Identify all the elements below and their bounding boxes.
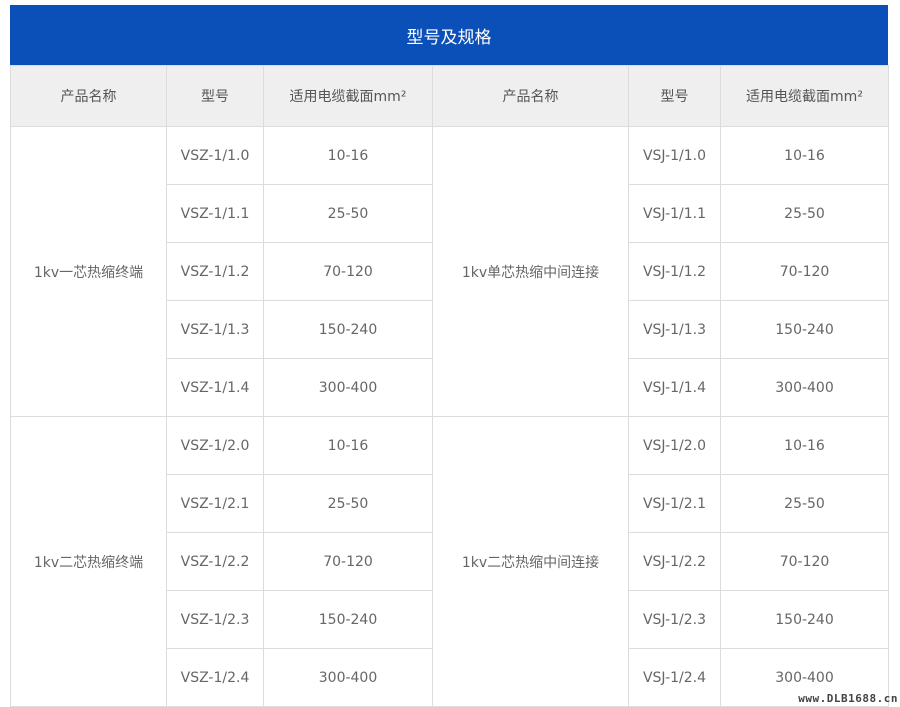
cable-range-left: 10-16: [263, 416, 433, 475]
model-right: VSJ-1/2.4: [628, 648, 721, 707]
product-name-right: 1kv单芯热缩中间连接: [432, 126, 629, 417]
model-right: VSJ-1/1.0: [628, 126, 721, 185]
cable-range-left: 150-240: [263, 300, 433, 359]
cable-range-right: 300-400: [720, 358, 889, 417]
spec-table-container: 型号及规格 产品名称 型号 适用电缆截面mm² 产品名称 型号 适用电缆截面mm…: [10, 5, 889, 707]
product-name-left: 1kv二芯热缩终端: [10, 416, 167, 707]
table-title: 型号及规格: [10, 5, 888, 65]
model-left: VSZ-1/2.3: [166, 590, 264, 649]
cable-range-left: 25-50: [263, 184, 433, 243]
product-name-right: 1kv二芯热缩中间连接: [432, 416, 629, 707]
model-left: VSZ-1/1.0: [166, 126, 264, 185]
model-left: VSZ-1/2.4: [166, 648, 264, 707]
model-right: VSJ-1/1.3: [628, 300, 721, 359]
model-right: VSJ-1/1.4: [628, 358, 721, 417]
model-left: VSZ-1/1.4: [166, 358, 264, 417]
model-left: VSZ-1/2.2: [166, 532, 264, 591]
cable-range-right: 70-120: [720, 532, 889, 591]
model-right: VSJ-1/1.1: [628, 184, 721, 243]
model-right: VSJ-1/2.3: [628, 590, 721, 649]
header-model-left: 型号: [166, 65, 264, 127]
cable-range-right: 25-50: [720, 474, 889, 533]
header-model-right: 型号: [628, 65, 721, 127]
cable-range-left: 300-400: [263, 648, 433, 707]
cable-range-right: 70-120: [720, 242, 889, 301]
model-right: VSJ-1/2.0: [628, 416, 721, 475]
model-left: VSZ-1/1.2: [166, 242, 264, 301]
cable-range-right: 25-50: [720, 184, 889, 243]
cable-range-left: 300-400: [263, 358, 433, 417]
model-left: VSZ-1/2.1: [166, 474, 264, 533]
cable-range-left: 10-16: [263, 126, 433, 185]
spec-table-body: 1kv一芯热缩终端 VSZ-1/1.0 10-16 1kv单芯热缩中间连接 VSJ-1/…: [10, 126, 889, 707]
cable-range-left: 70-120: [263, 532, 433, 591]
table-row: 1kv一芯热缩终端 VSZ-1/1.0 10-16 1kv单芯热缩中间连接 VSJ-1/…: [10, 126, 889, 417]
cable-range-left: 25-50: [263, 474, 433, 533]
model-right: VSJ-1/2.2: [628, 532, 721, 591]
header-product-name-left: 产品名称: [10, 65, 167, 127]
cable-range-right: 10-16: [720, 126, 889, 185]
watermark: www.DLB1688.cn: [798, 692, 898, 705]
header-cable-section-right: 适用电缆截面mm²: [720, 65, 889, 127]
cable-range-right: 10-16: [720, 416, 889, 475]
model-left: VSZ-1/2.0: [166, 416, 264, 475]
spec-table: 产品名称 型号 适用电缆截面mm² 产品名称 型号 适用电缆截面mm² 1kv一…: [10, 65, 889, 707]
cable-range-right: 150-240: [720, 300, 889, 359]
header-row: 产品名称 型号 适用电缆截面mm² 产品名称 型号 适用电缆截面mm²: [10, 65, 889, 127]
model-left: VSZ-1/1.1: [166, 184, 264, 243]
model-right: VSJ-1/2.1: [628, 474, 721, 533]
header-product-name-right: 产品名称: [432, 65, 629, 127]
table-row: 1kv二芯热缩终端 VSZ-1/2.0 10-16 1kv二芯热缩中间连接 VSJ-1/…: [10, 416, 889, 707]
model-right: VSJ-1/1.2: [628, 242, 721, 301]
model-left: VSZ-1/1.3: [166, 300, 264, 359]
cable-range-left: 150-240: [263, 590, 433, 649]
product-name-left: 1kv一芯热缩终端: [10, 126, 167, 417]
cable-range-left: 70-120: [263, 242, 433, 301]
header-cable-section-left: 适用电缆截面mm²: [263, 65, 433, 127]
cable-range-right: 150-240: [720, 590, 889, 649]
